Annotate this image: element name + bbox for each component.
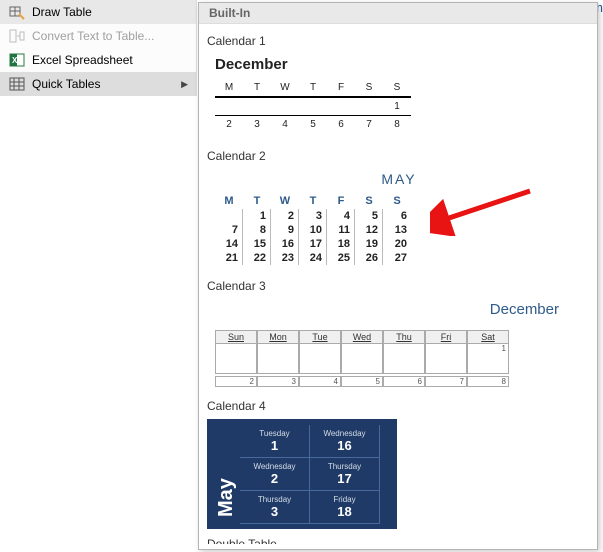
calendar1-preview[interactable]: December MTWTFSS 1 2345678: [207, 54, 587, 141]
quick-tables-gallery: Built-In Calendar 1 December MTWTFSS 1 2…: [198, 2, 598, 550]
draw-table-icon: [8, 4, 26, 20]
menu-excel-label: Excel Spreadsheet: [32, 53, 133, 67]
calendar4-month: May: [213, 425, 240, 523]
double-table-title: Double Table: [207, 537, 587, 544]
table-submenu: Draw Table Convert Text to Table... X Ex…: [0, 0, 197, 96]
convert-text-icon: [8, 28, 26, 44]
calendar1-title: Calendar 1: [207, 34, 587, 48]
calendar2-grid: MTWTFSS 123456 78910111213 1415161718192…: [215, 193, 583, 265]
calendar2-month: MAY: [215, 171, 583, 187]
calendar4-grid: Tuesday1 Wednesday16 Wednesday2 Thursday…: [240, 425, 380, 523]
menu-convert-text-label: Convert Text to Table...: [32, 29, 154, 43]
calendar1-row: 2345678: [215, 116, 583, 133]
calendar3-preview[interactable]: December Sun Mon Tue Wed Thu Fri Sat1 2 …: [207, 299, 587, 391]
calendar3-title: Calendar 3: [207, 279, 587, 293]
submenu-arrow-icon: ▶: [181, 79, 188, 90]
calendar1-row: 1: [215, 98, 583, 116]
menu-quick-tables[interactable]: Quick Tables ▶: [0, 72, 196, 96]
quick-tables-icon: [8, 76, 26, 92]
calendar2-title: Calendar 2: [207, 149, 587, 163]
calendar3-month: December: [215, 301, 583, 318]
menu-quick-tables-label: Quick Tables: [32, 77, 100, 91]
calendar3-row: Sun Mon Tue Wed Thu Fri Sat1: [215, 330, 583, 374]
menu-draw-table-label: Draw Table: [32, 5, 92, 19]
calendar4-title: Calendar 4: [207, 399, 587, 413]
svg-text:X: X: [12, 56, 18, 65]
menu-excel-spreadsheet[interactable]: X Excel Spreadsheet: [0, 48, 196, 72]
calendar1-month: December: [215, 56, 583, 73]
gallery-body[interactable]: Calendar 1 December MTWTFSS 1 2345678 Ca…: [199, 24, 597, 544]
excel-icon: X: [8, 52, 26, 68]
calendar4-preview[interactable]: May Tuesday1 Wednesday16 Wednesday2 Thur…: [207, 419, 587, 529]
menu-convert-text-to-table: Convert Text to Table...: [0, 24, 196, 48]
gallery-header-builtin: Built-In: [199, 3, 597, 24]
calendar2-preview[interactable]: MAY MTWTFSS 123456 78910111213 141516171…: [207, 169, 587, 271]
calendar1-day-headers: MTWTFSS: [215, 79, 583, 98]
menu-draw-table[interactable]: Draw Table: [0, 0, 196, 24]
calendar3-row: 2 3 4 5 6 7 8: [215, 376, 583, 387]
